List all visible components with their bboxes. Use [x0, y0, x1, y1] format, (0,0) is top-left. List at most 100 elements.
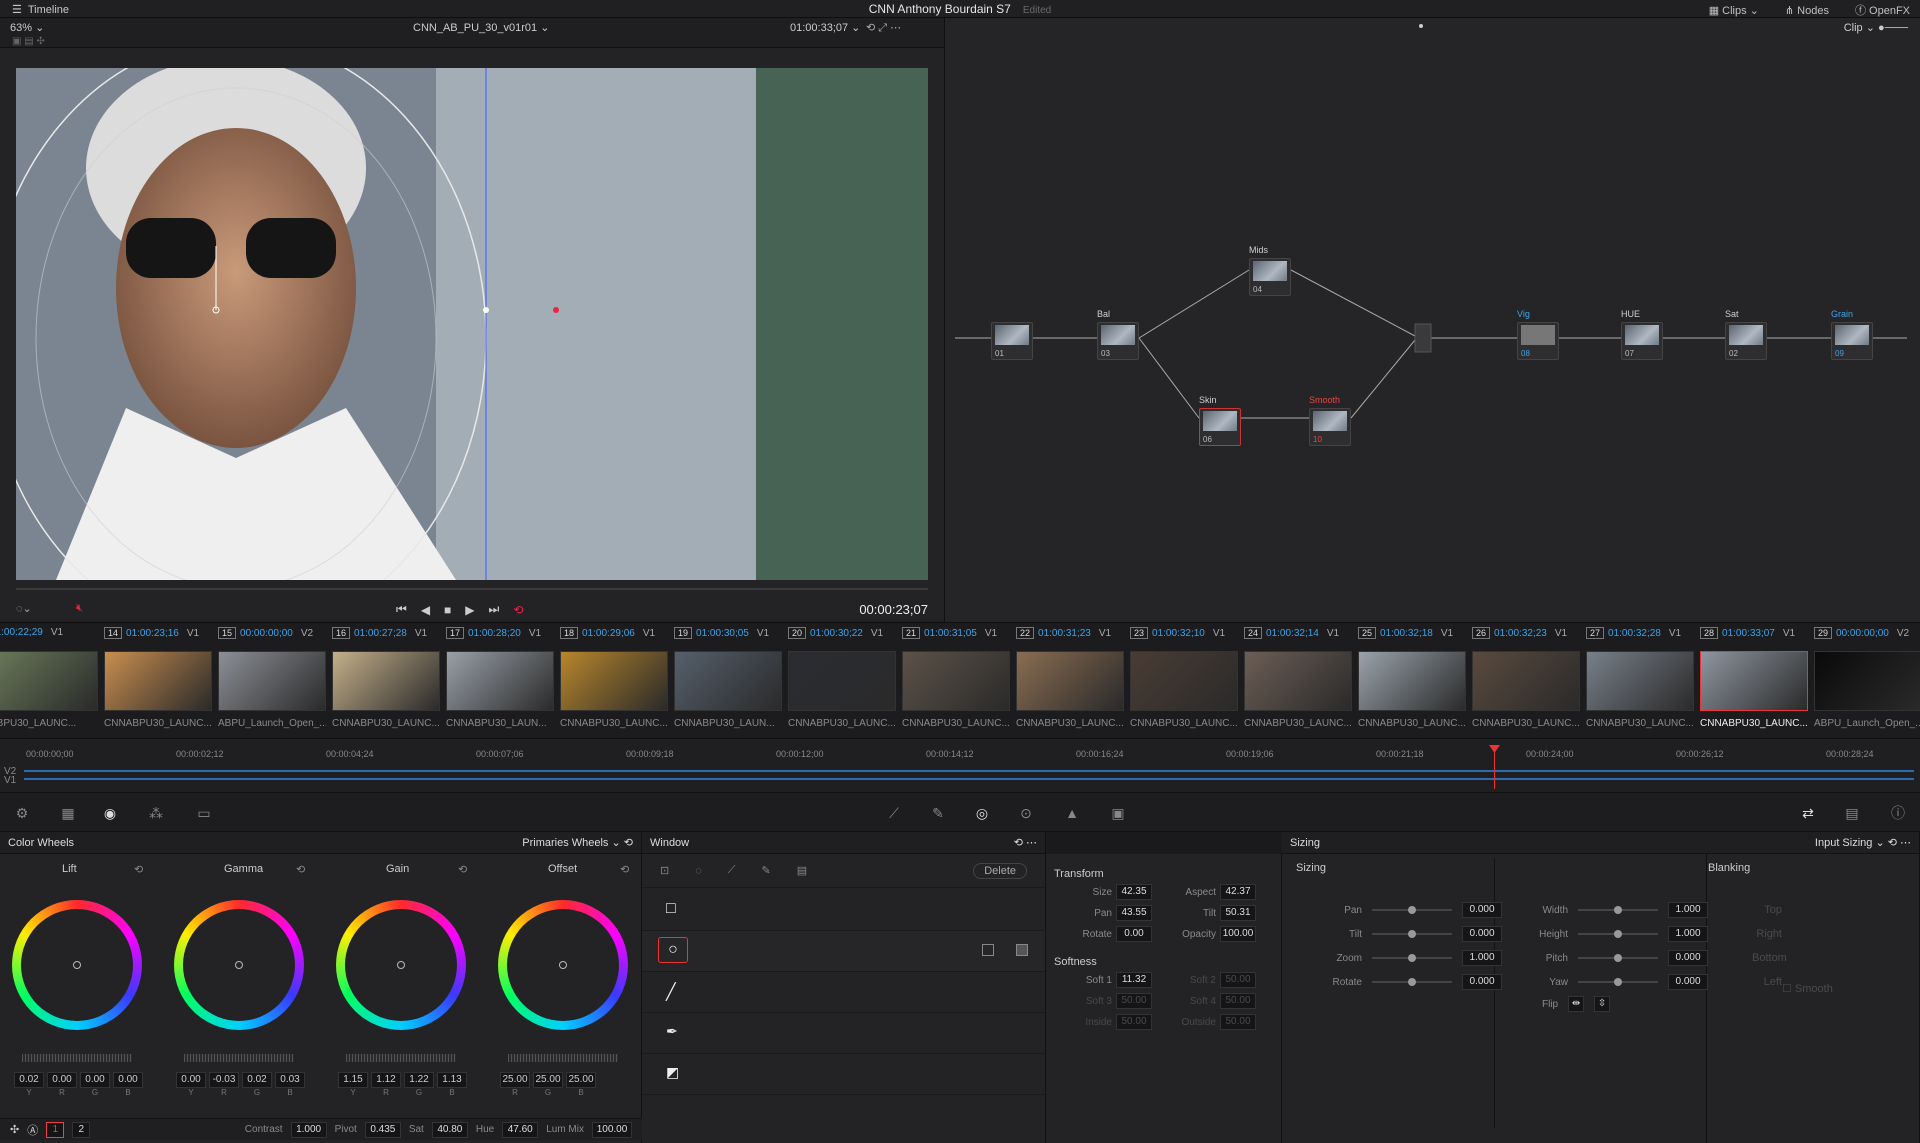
stop-icon[interactable]: ■: [444, 603, 451, 617]
node-bal[interactable]: Bal 03: [1097, 309, 1139, 360]
slider-knob[interactable]: [1408, 954, 1416, 962]
slider-knob[interactable]: [1408, 906, 1416, 914]
clip-thumbnail[interactable]: 23 01:00:32;10 V1 CNNABPU30_LAUNC...: [1130, 627, 1242, 739]
window-row-square[interactable]: □: [642, 890, 1045, 931]
slider-knob[interactable]: [1614, 954, 1622, 962]
add-circle-icon[interactable]: ◌: [695, 865, 702, 877]
video-frame[interactable]: [16, 68, 928, 580]
clip-thumbnail[interactable]: 17 01:00:28;20 V1 CNNABPU30_LAUN...: [446, 627, 558, 739]
circle-window-mask[interactable]: [1016, 944, 1028, 956]
timecode-select[interactable]: 01:00:33;07 ⌄: [790, 21, 860, 34]
slider-knob[interactable]: [1614, 930, 1622, 938]
wheel-value-field[interactable]: 1.22: [404, 1072, 434, 1088]
sizing-param-field[interactable]: 0.000: [1462, 974, 1502, 990]
delete-button[interactable]: Delete: [973, 862, 1027, 879]
page-2-button[interactable]: 2: [72, 1121, 91, 1138]
clip-thumbnail[interactable]: 14 01:00:23;16 V1 CNNABPU30_LAUNC...: [104, 627, 216, 739]
wheel-value-field[interactable]: 0.02: [242, 1072, 272, 1088]
go-to-end-icon[interactable]: ⏭: [489, 602, 500, 617]
track-v2[interactable]: [24, 770, 1914, 772]
info-icon[interactable]: ⓘ: [1888, 803, 1908, 823]
reverse-icon[interactable]: ◀: [421, 603, 430, 617]
slider-knob[interactable]: [1408, 978, 1416, 986]
node-hue[interactable]: HUE 07: [1621, 309, 1663, 360]
sizing-param-field[interactable]: 1.000: [1668, 926, 1708, 942]
wheel-center-handle[interactable]: [397, 961, 405, 969]
master-wheel[interactable]: [184, 1054, 294, 1062]
window-row-polygon[interactable]: ✒: [642, 1013, 1045, 1054]
motion-effects-icon[interactable]: ▭: [194, 803, 214, 823]
master-wheel[interactable]: [346, 1054, 456, 1062]
flip-vertical-button[interactable]: ⇳: [1594, 996, 1611, 1012]
3d-icon[interactable]: ▤: [1842, 803, 1862, 823]
sizing-slider[interactable]: [1578, 906, 1658, 914]
wheel-value-field[interactable]: 0.00: [176, 1072, 206, 1088]
node-smooth[interactable]: Smooth 10: [1309, 395, 1351, 446]
sizing-mode-select[interactable]: Input Sizing ⌄ ⟲ ⋯: [1815, 836, 1911, 849]
color-match-icon[interactable]: ▦: [58, 803, 78, 823]
wheel-value-field[interactable]: 0.00: [113, 1072, 143, 1088]
node-01[interactable]: 01: [991, 322, 1033, 360]
play-icon[interactable]: ▶: [465, 603, 474, 617]
wheel-center-handle[interactable]: [559, 961, 567, 969]
wheel-center-handle[interactable]: [235, 961, 243, 969]
parallel-mixer[interactable]: [1414, 323, 1432, 353]
edge-handle[interactable]: [483, 307, 489, 313]
clip-thumbnail[interactable]: 26 01:00:32;23 V1 CNNABPU30_LAUNC...: [1472, 627, 1584, 739]
wheel-value-field[interactable]: 1.13: [437, 1072, 467, 1088]
lummix-field[interactable]: 100.00: [592, 1121, 632, 1138]
openfx-button[interactable]: ⓕ OpenFX: [1855, 2, 1910, 18]
size-field[interactable]: 42.35: [1116, 884, 1152, 900]
zoom-select[interactable]: 63% ⌄: [10, 21, 44, 34]
clips-button[interactable]: ▦ Clips ⌄: [1709, 4, 1759, 17]
sizing-slider[interactable]: [1578, 978, 1658, 986]
sizing-slider[interactable]: [1372, 954, 1452, 962]
contrast-field[interactable]: 1.000: [290, 1121, 327, 1138]
tilt-field[interactable]: 50.31: [1220, 905, 1256, 921]
wheel-value-field[interactable]: 1.12: [371, 1072, 401, 1088]
blur-icon[interactable]: ▲: [1062, 803, 1082, 823]
wheel-value-field[interactable]: 0.02: [14, 1072, 44, 1088]
sizing-param-field[interactable]: 0.000: [1668, 950, 1708, 966]
camera-raw-icon[interactable]: ⚙: [12, 803, 32, 823]
circle-window-invert[interactable]: [982, 944, 994, 956]
rgb-mixer-icon[interactable]: ⁂: [146, 803, 166, 823]
window-row-gradient[interactable]: ◩: [642, 1054, 1045, 1095]
clip-thumbnail[interactable]: 15 00:00:00;00 V2 ABPU_Launch_Open_...: [218, 627, 330, 739]
viewer-mode-icons[interactable]: ▣ ▤ ✣: [12, 36, 45, 47]
sizing-param-field[interactable]: 0.000: [1462, 902, 1502, 918]
slider-knob[interactable]: [1614, 978, 1622, 986]
hue-field[interactable]: 47.60: [502, 1121, 539, 1138]
node-vig[interactable]: Vig 08: [1517, 309, 1559, 360]
window-options[interactable]: ⟲ ⋯: [1014, 836, 1037, 849]
nodes-button[interactable]: ⋔ Nodes: [1785, 4, 1829, 17]
pivot-field[interactable]: 0.435: [364, 1121, 401, 1138]
curves-icon[interactable]: ⟋: [884, 803, 904, 823]
window-icon[interactable]: ◎: [972, 803, 992, 823]
sizing-param-field[interactable]: 0.000: [1668, 974, 1708, 990]
clip-thumbnail[interactable]: 18 01:00:29;06 V1 CNNABPU30_LAUNC...: [560, 627, 672, 739]
soft1-field[interactable]: 11.32: [1116, 972, 1152, 988]
wheel-value-field[interactable]: 25.00: [500, 1072, 530, 1088]
rotate-field[interactable]: 0.00: [1116, 926, 1152, 942]
sizing-param-field[interactable]: 1.000: [1668, 902, 1708, 918]
sizing-slider[interactable]: [1372, 906, 1452, 914]
wheel-value-field[interactable]: -0.03: [209, 1072, 239, 1088]
add-linear-icon[interactable]: ⟋: [728, 864, 736, 877]
wheel-reset-icon[interactable]: ⟲: [134, 863, 143, 876]
auto-balance-icon[interactable]: ✣: [10, 1123, 19, 1136]
node-grain[interactable]: Grain 09: [1831, 309, 1873, 360]
go-to-start-icon[interactable]: ⏮: [396, 602, 407, 617]
wheel-reset-icon[interactable]: ⟲: [458, 863, 467, 876]
wheel-reset-icon[interactable]: ⟲: [620, 863, 629, 876]
sizing-slider[interactable]: [1578, 930, 1658, 938]
wheel-value-field[interactable]: 0.03: [275, 1072, 305, 1088]
key-icon[interactable]: ▣: [1108, 803, 1128, 823]
master-wheel[interactable]: [508, 1054, 618, 1062]
node-mids[interactable]: Mids 04: [1249, 245, 1291, 296]
sizing-param-field[interactable]: 1.000: [1462, 950, 1502, 966]
clip-thumbnail[interactable]: 16 01:00:27;28 V1 CNNABPU30_LAUNC...: [332, 627, 444, 739]
window-row-linear[interactable]: ╱: [642, 972, 1045, 1013]
clip-thumbnail[interactable]: 29 00:00:00;00 V2 ABPU_Launch_Open_...: [1814, 627, 1920, 739]
node-editor[interactable]: Clip ⌄ ●─── 01 Bal 03 Mids 04 Skin 06 Smoot…: [944, 18, 1920, 622]
